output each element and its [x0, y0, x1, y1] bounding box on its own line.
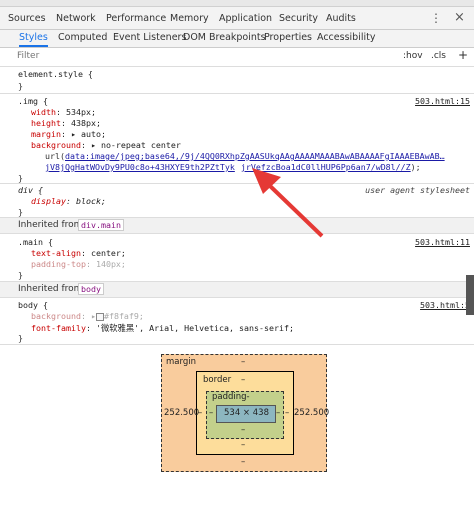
annotation-arrow-icon [252, 168, 324, 238]
